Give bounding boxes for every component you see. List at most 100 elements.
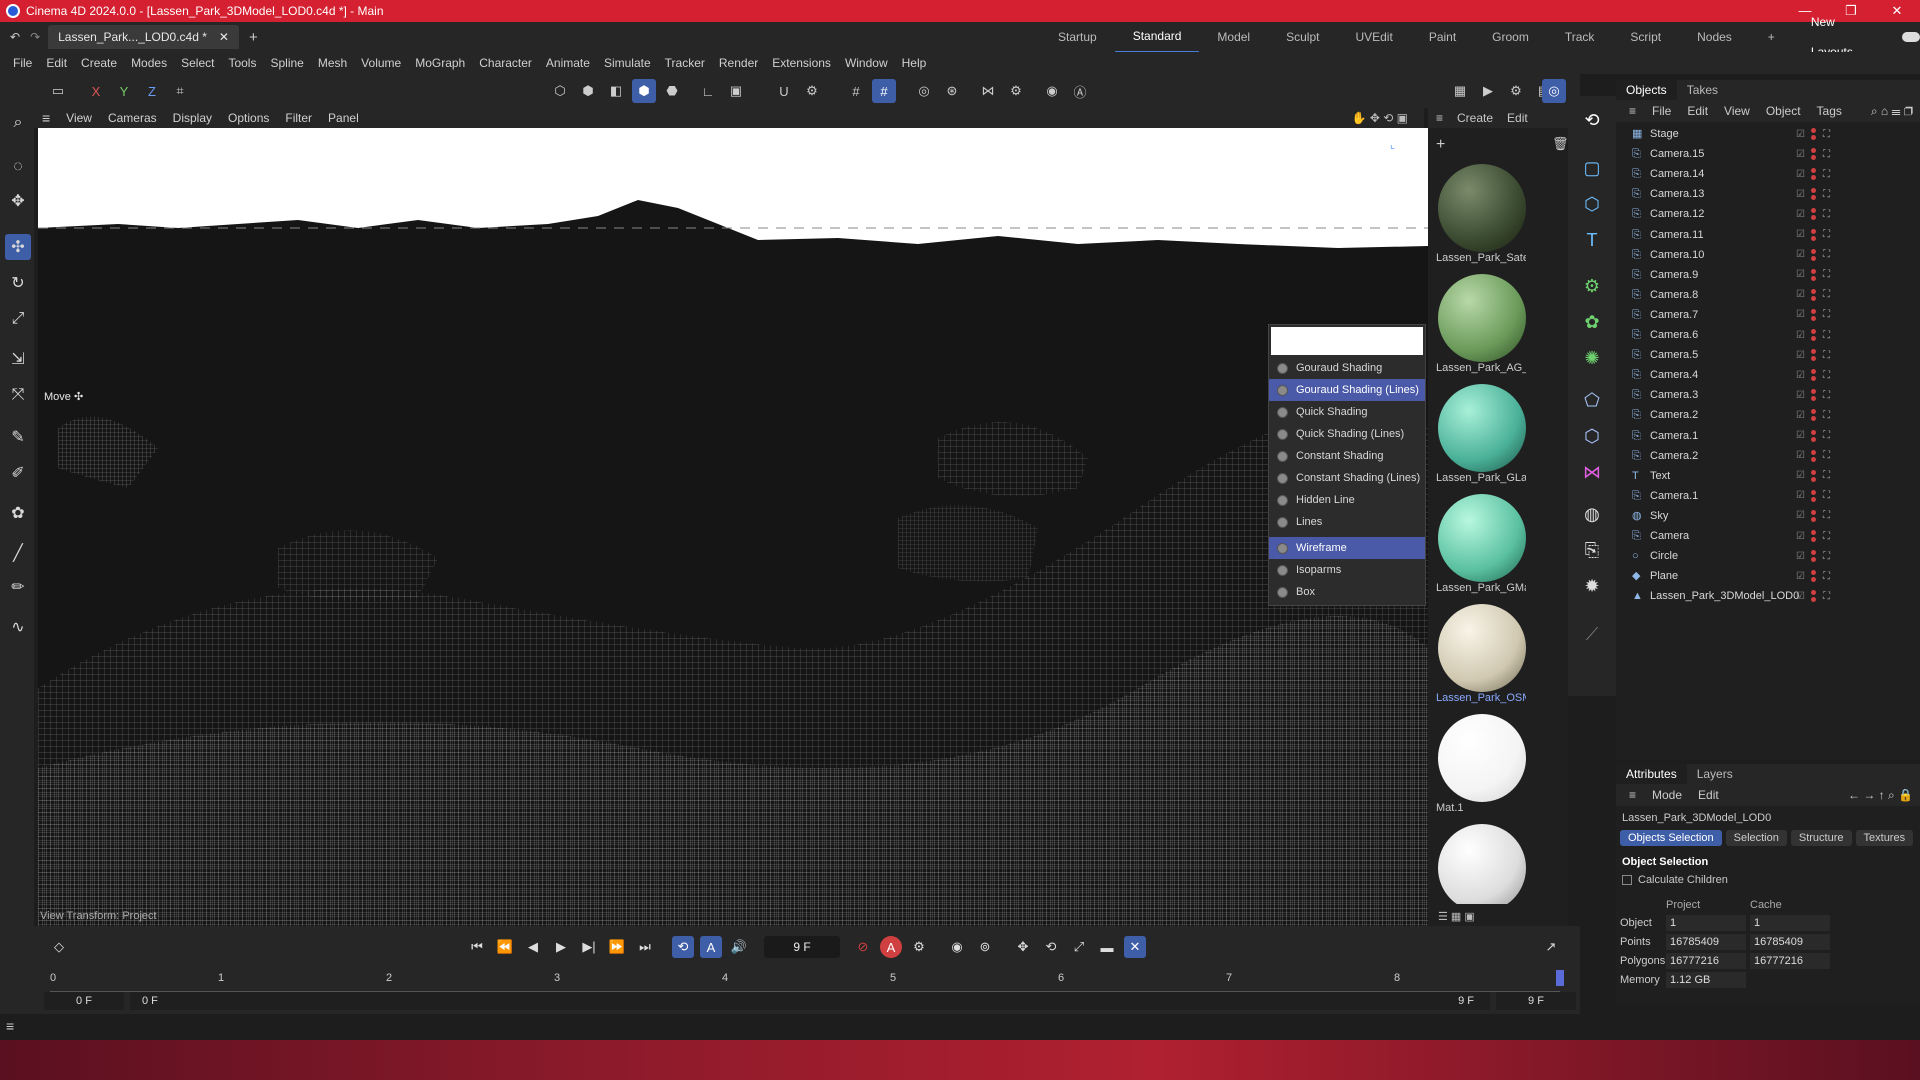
- material-hamburger-icon[interactable]: ≡: [1436, 111, 1443, 125]
- attribute-menu-edit[interactable]: Edit: [1691, 788, 1726, 802]
- object-menu-object[interactable]: Object: [1759, 104, 1808, 118]
- object-visibility-flags[interactable]: ☑ ⛶: [1796, 449, 1830, 462]
- edit-check-icon[interactable]: ☑: [1796, 309, 1805, 320]
- previous-key-icon[interactable]: ⏪: [494, 936, 516, 958]
- pla-key-icon[interactable]: ✕: [1124, 936, 1146, 958]
- brush-tool-icon[interactable]: ╱: [5, 540, 31, 566]
- visibility-dots-icon[interactable]: [1810, 590, 1817, 603]
- object-row[interactable]: ⎘ Camera ☑ ⛶: [1616, 526, 1920, 546]
- edges-mode-icon[interactable]: ⬢: [576, 79, 600, 103]
- menu-window[interactable]: Window: [838, 56, 895, 70]
- axis-mode-icon[interactable]: ∟: [696, 79, 720, 103]
- tab-objects[interactable]: Objects: [1616, 80, 1677, 100]
- shading-option-gouraud-lines[interactable]: Gouraud Shading (Lines): [1269, 379, 1425, 401]
- object-row[interactable]: ▲ Lassen_Park_3DModel_LOD0 ☑ ⛶: [1616, 586, 1920, 606]
- attribute-menu-mode[interactable]: Mode: [1645, 788, 1689, 802]
- edit-check-icon[interactable]: ☑: [1796, 531, 1805, 542]
- menu-simulate[interactable]: Simulate: [597, 56, 658, 70]
- edit-check-icon[interactable]: ☑: [1796, 370, 1805, 381]
- object-visibility-flags[interactable]: ☑ ⛶: [1796, 509, 1830, 522]
- object-row[interactable]: ⎘ Camera.11 ☑ ⛶: [1616, 225, 1920, 245]
- axis-z-toggle[interactable]: Z: [140, 79, 164, 103]
- axis-y-toggle[interactable]: Y: [112, 79, 136, 103]
- object-search-icon[interactable]: ⌕ ⌂ ☰ ❐: [1864, 104, 1920, 119]
- object-row[interactable]: ◆ Plane ☑ ⛶: [1616, 566, 1920, 586]
- viewport-menu-filter[interactable]: Filter: [277, 111, 320, 125]
- close-tab-icon[interactable]: ✕: [219, 30, 229, 44]
- segment-structure[interactable]: Structure: [1790, 830, 1852, 846]
- object-menu-tags[interactable]: Tags: [1810, 104, 1849, 118]
- edit-check-icon[interactable]: ☑: [1796, 269, 1805, 280]
- object-visibility-flags[interactable]: ☑ ⛶: [1796, 228, 1830, 241]
- tab-takes[interactable]: Takes: [1677, 80, 1728, 100]
- visibility-dots-icon[interactable]: [1810, 489, 1817, 502]
- object-visibility-flags[interactable]: ☑ ⛶: [1796, 168, 1830, 181]
- deformer-icon[interactable]: ⬠: [1578, 386, 1606, 414]
- record-icon[interactable]: ⊘: [852, 936, 874, 958]
- status-menu-icon[interactable]: ≡: [6, 1018, 14, 1034]
- object-visibility-flags[interactable]: ☑ ⛶: [1796, 188, 1830, 201]
- placement-tool-icon[interactable]: ⤧: [5, 382, 31, 408]
- object-row[interactable]: ⎘ Camera.7 ☑ ⛶: [1616, 305, 1920, 325]
- material-swatch[interactable]: Lassen_Park_AG_L: [1436, 274, 1526, 374]
- edit-check-icon[interactable]: ☑: [1796, 450, 1805, 461]
- menu-file[interactable]: File: [6, 56, 39, 70]
- object-visibility-flags[interactable]: ☑ ⛶: [1796, 550, 1830, 563]
- shading-option-gouraud[interactable]: Gouraud Shading: [1269, 357, 1425, 379]
- menu-tools[interactable]: Tools: [221, 56, 263, 70]
- object-visibility-flags[interactable]: ☑ ⛶: [1796, 148, 1830, 161]
- start-frame-field[interactable]: 0 F: [44, 992, 124, 1010]
- environment-icon[interactable]: ◍: [1578, 500, 1606, 528]
- text-tool-icon[interactable]: T: [1578, 226, 1606, 254]
- edit-check-icon[interactable]: ☑: [1796, 149, 1805, 160]
- object-menu-file[interactable]: File: [1645, 104, 1678, 118]
- polygons-mode-icon[interactable]: ◧: [604, 79, 628, 103]
- shading-option-box[interactable]: Box: [1269, 581, 1425, 603]
- visibility-dots-icon[interactable]: [1810, 409, 1817, 422]
- object-visibility-flags[interactable]: ☑ ⛶: [1796, 128, 1830, 140]
- object-menu-view[interactable]: View: [1717, 104, 1757, 118]
- viewport-solo-icon[interactable]: ◉: [1040, 79, 1064, 103]
- visibility-dots-icon[interactable]: [1810, 389, 1817, 402]
- spline-primitive-icon[interactable]: ⬡: [1578, 190, 1606, 218]
- selection-filter-icon[interactable]: ✥: [5, 188, 31, 214]
- redo-icon[interactable]: ↷: [30, 30, 40, 44]
- menu-volume[interactable]: Volume: [354, 56, 408, 70]
- visibility-dots-icon[interactable]: [1810, 329, 1817, 341]
- camera-tool-icon[interactable]: ⟲: [1578, 106, 1606, 134]
- layout-tab-model[interactable]: Model: [1199, 22, 1268, 52]
- mograph-icon[interactable]: ⋈: [1578, 458, 1606, 486]
- object-row[interactable]: ⎘ Camera.14 ☑ ⛶: [1616, 164, 1920, 184]
- new-layouts-toggle[interactable]: [1902, 32, 1920, 42]
- document-tab[interactable]: Lassen_Park..._LOD0.c4d * ✕: [48, 25, 239, 49]
- edit-check-icon[interactable]: ☑: [1796, 470, 1805, 481]
- material-swatch[interactable]: Lassen_Park_GMa: [1436, 494, 1526, 594]
- object-visibility-flags[interactable]: ☑ ⛶: [1796, 469, 1830, 482]
- scale-tool-icon[interactable]: ⤢: [5, 306, 31, 332]
- tag-tool-icon[interactable]: ⟋: [1578, 620, 1606, 648]
- menu-tracker[interactable]: Tracker: [658, 56, 712, 70]
- symmetry-icon[interactable]: ⋈: [976, 79, 1000, 103]
- viewport-menu-options[interactable]: Options: [220, 111, 277, 125]
- previous-frame-icon[interactable]: ◀: [522, 936, 544, 958]
- undo-icon[interactable]: ↶: [10, 30, 20, 44]
- render-to-picture-viewer-icon[interactable]: ▶: [1476, 79, 1500, 103]
- edit-check-icon[interactable]: ☑: [1796, 169, 1805, 180]
- object-row[interactable]: ⎘ Camera.4 ☑ ⛶: [1616, 365, 1920, 385]
- edit-check-icon[interactable]: ☑: [1796, 249, 1805, 260]
- move-tool-icon[interactable]: ✣: [5, 234, 31, 260]
- go-to-end-icon[interactable]: ⏭: [634, 936, 656, 958]
- auto-key-icon[interactable]: A: [880, 936, 902, 958]
- locked-workplane-icon[interactable]: ⊛: [940, 79, 964, 103]
- menu-create[interactable]: Create: [74, 56, 124, 70]
- segment-selection[interactable]: Selection: [1725, 830, 1787, 846]
- spline-sketch-icon[interactable]: ✐: [5, 460, 31, 486]
- object-hamburger-icon[interactable]: ≡: [1622, 104, 1643, 118]
- soft-selection-icon[interactable]: ◎: [912, 79, 936, 103]
- object-visibility-flags[interactable]: ☑ ⛶: [1796, 530, 1830, 542]
- object-row[interactable]: ○ Circle ☑ ⛶: [1616, 546, 1920, 566]
- menu-spline[interactable]: Spline: [263, 56, 310, 70]
- viewport-hamburger-icon[interactable]: ≡: [34, 110, 58, 126]
- delete-material-icon[interactable]: 🗑: [1552, 136, 1569, 152]
- object-row[interactable]: ▦ Stage ☑ ⛶: [1616, 124, 1920, 144]
